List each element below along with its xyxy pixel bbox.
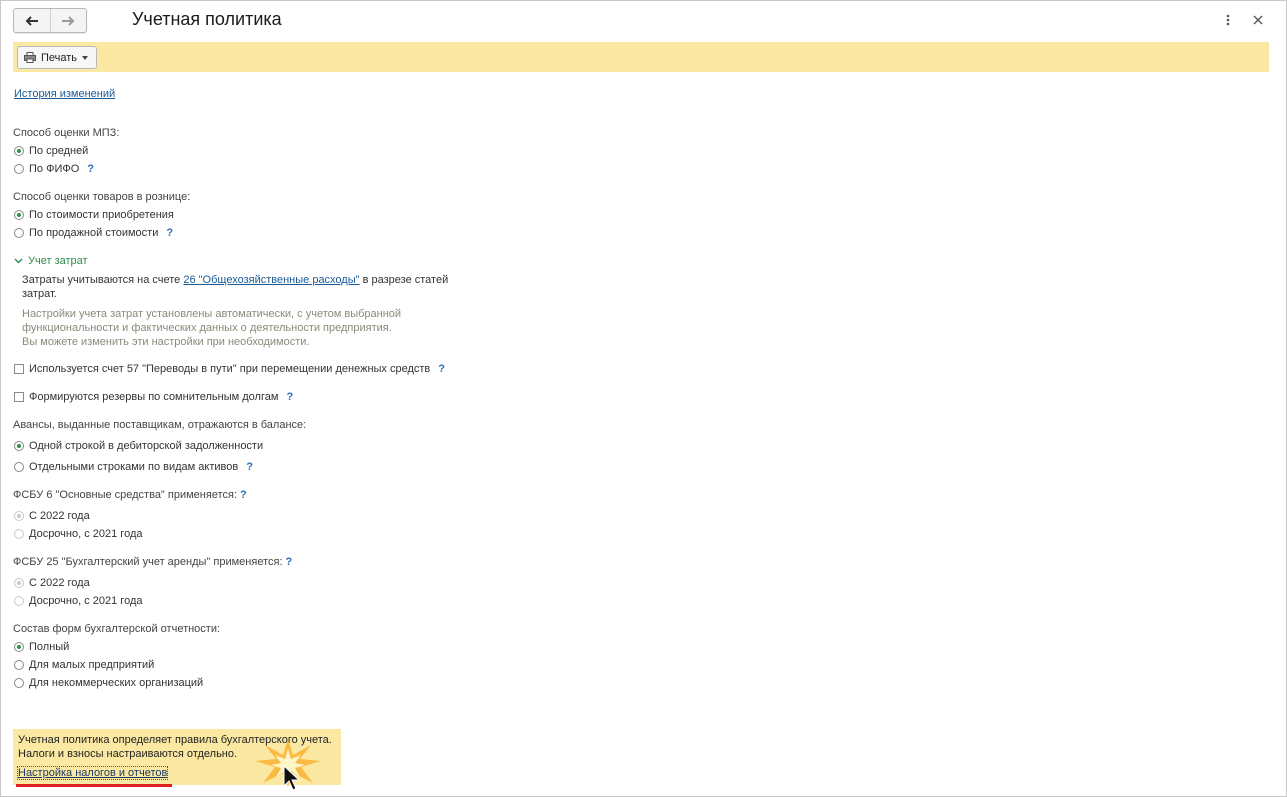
window: Учетная политика Печать История изменени… (0, 0, 1287, 797)
arrow-right-icon (62, 15, 75, 26)
advances-label: Авансы, выданные поставщикам, отражаются… (13, 419, 307, 431)
radio[interactable] (14, 660, 24, 670)
advances-option-separate[interactable]: Отдельными строками по видам активов ? (14, 461, 253, 473)
printer-icon (24, 52, 36, 63)
retail-label: Способ оценки товаров в рознице: (13, 191, 191, 203)
window-controls (1222, 12, 1264, 28)
print-button[interactable]: Печать (17, 46, 98, 69)
costs-text-line2: затрат. (22, 288, 57, 300)
highlight-underline (16, 784, 172, 787)
radio[interactable] (14, 678, 24, 688)
help-icon[interactable]: ? (286, 391, 293, 403)
radio-disabled (14, 529, 24, 539)
arrow-left-icon (25, 15, 38, 26)
account57-checkbox-row[interactable]: Используется счет 57 "Переводы в пути" п… (14, 363, 445, 375)
radio-selected[interactable] (14, 441, 24, 451)
forms-option-small[interactable]: Для малых предприятий (14, 659, 154, 671)
mpz-label: Способ оценки МПЗ: (13, 127, 120, 139)
radio-disabled (14, 596, 24, 606)
forms-label: Состав форм бухгалтерской отчетности: (13, 623, 221, 635)
fsbu6-label: ФСБУ 6 "Основные средства" применяется:? (13, 489, 247, 501)
radio[interactable] (14, 462, 24, 472)
radio-selected-disabled (14, 511, 24, 521)
help-icon[interactable]: ? (166, 227, 173, 239)
retail-option-purchase[interactable]: По стоимости приобретения (14, 209, 174, 221)
radio-selected[interactable] (14, 146, 24, 156)
checkbox[interactable] (14, 364, 24, 374)
account-26-link[interactable]: 26 "Общехозяйственные расходы" (183, 274, 359, 286)
radio-selected[interactable] (14, 642, 24, 652)
advances-option-single[interactable]: Одной строкой в дебиторской задолженност… (14, 440, 263, 452)
fsbu25-label: ФСБУ 25 "Бухгалтерский учет аренды" прим… (13, 556, 293, 568)
radio-selected-disabled (14, 578, 24, 588)
page-title: Учетная политика (132, 9, 282, 29)
help-icon[interactable]: ? (246, 461, 253, 473)
back-button[interactable] (14, 9, 51, 32)
mpz-option-fifo[interactable]: По ФИФО ? (14, 163, 94, 175)
help-icon[interactable]: ? (87, 163, 94, 175)
history-link[interactable]: История изменений (14, 88, 115, 100)
help-icon[interactable]: ? (438, 363, 445, 375)
retail-option-sale[interactable]: По продажной стоимости ? (14, 227, 173, 239)
fsbu25-option-2022: С 2022 года (14, 577, 90, 589)
costs-note: Настройки учета затрат установлены автом… (22, 308, 402, 348)
print-label: Печать (41, 51, 78, 64)
help-icon[interactable]: ? (240, 489, 247, 501)
command-bar: Печать (13, 42, 1269, 72)
navigation-buttons (13, 8, 87, 33)
mpz-option-average[interactable]: По средней (14, 145, 88, 157)
costs-group-toggle[interactable]: Учет затрат (14, 255, 88, 267)
costs-text-line1: Затраты учитываются на счете 26 "Общехоз… (22, 274, 449, 286)
dropdown-arrow-icon (82, 55, 89, 60)
tax-settings-link[interactable]: Настройка налогов и отчетов (16, 766, 169, 780)
help-icon[interactable]: ? (286, 556, 293, 568)
forward-button[interactable] (50, 9, 86, 32)
fsbu6-option-2021: Досрочно, с 2021 года (14, 528, 143, 540)
forms-option-nonprofit[interactable]: Для некоммерческих организаций (14, 677, 203, 689)
reserves-checkbox-row[interactable]: Формируются резервы по сомнительным долг… (14, 391, 293, 403)
fsbu25-option-2021: Досрочно, с 2021 года (14, 595, 143, 607)
more-menu-icon[interactable] (1222, 12, 1234, 28)
radio[interactable] (14, 228, 24, 238)
checkbox[interactable] (14, 392, 24, 402)
radio-selected[interactable] (14, 210, 24, 220)
chevron-down-icon (14, 258, 23, 264)
fsbu6-option-2022: С 2022 года (14, 510, 90, 522)
close-icon[interactable] (1252, 12, 1264, 28)
radio[interactable] (14, 164, 24, 174)
forms-option-full[interactable]: Полный (14, 641, 69, 653)
mouse-cursor-icon (283, 765, 301, 791)
info-line2: Налоги и взносы настраиваются отдельно. (18, 748, 238, 760)
